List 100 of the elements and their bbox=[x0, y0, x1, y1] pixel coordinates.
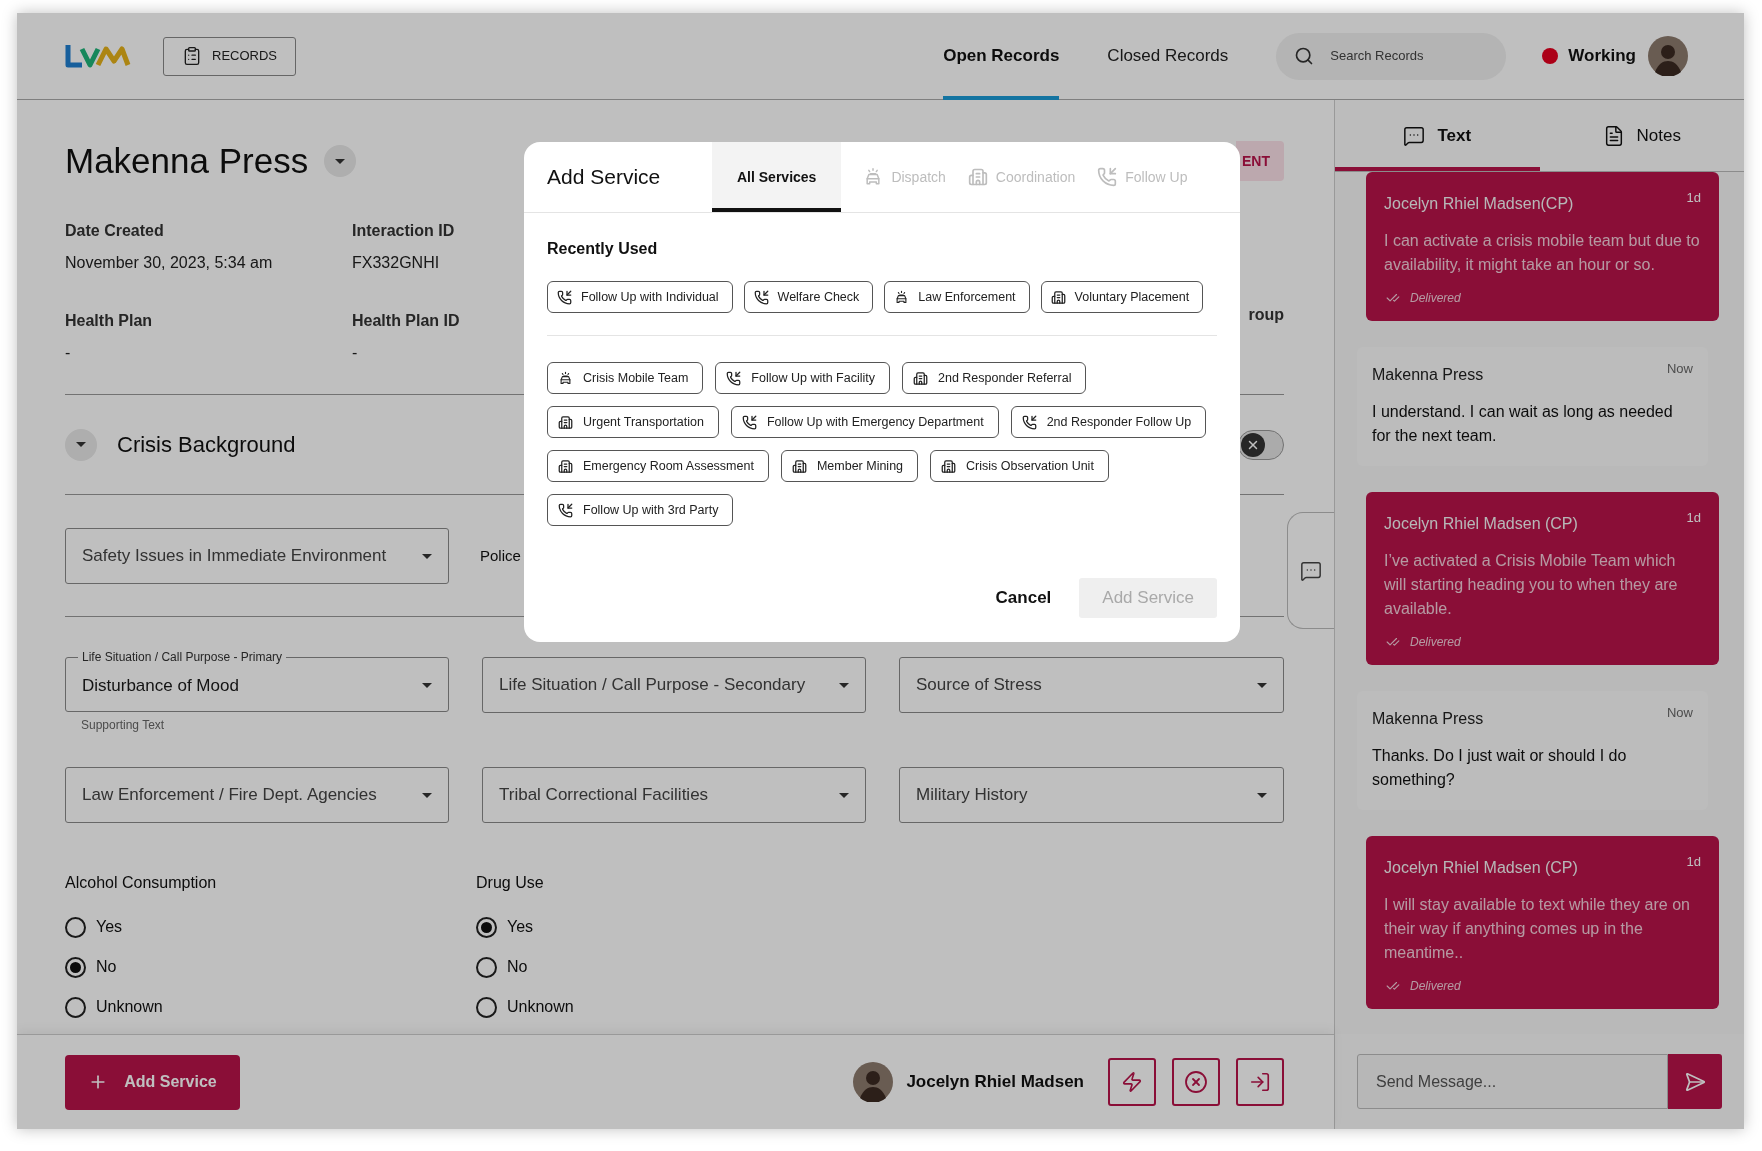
service-chip[interactable]: Welfare Check bbox=[743, 281, 874, 313]
section-title: Recently Used bbox=[547, 239, 659, 259]
service-chip[interactable]: Crisis Observation Unit bbox=[930, 450, 1109, 482]
caret-icon bbox=[1257, 792, 1267, 798]
caret-icon bbox=[422, 792, 432, 798]
search-bar[interactable]: Search Records bbox=[1276, 32, 1507, 80]
chat-handle[interactable] bbox=[1287, 512, 1334, 629]
radio-button[interactable] bbox=[476, 996, 497, 1018]
info-label: Health Plan bbox=[65, 311, 153, 331]
search-icon bbox=[1294, 46, 1315, 66]
message-input[interactable]: Send Message... bbox=[1357, 1054, 1668, 1109]
caret-icon bbox=[839, 682, 849, 688]
group-label: Drug Use bbox=[476, 873, 545, 893]
radio-option[interactable]: Yes bbox=[476, 907, 534, 947]
radio-button[interactable] bbox=[476, 916, 497, 938]
building-icon bbox=[791, 458, 807, 474]
message-time: 1d bbox=[1686, 509, 1701, 527]
toggle-switch[interactable] bbox=[1238, 429, 1284, 460]
service-chip[interactable]: Follow Up with Emergency Department bbox=[730, 406, 999, 438]
delivery-status: Delivered bbox=[1410, 290, 1461, 307]
info-value: - bbox=[65, 343, 71, 363]
service-chip[interactable]: 2nd Responder Referral bbox=[902, 362, 1087, 394]
radio-button[interactable] bbox=[65, 916, 86, 938]
service-chip[interactable]: Emergency Room Assessment bbox=[547, 450, 769, 482]
caret-icon bbox=[839, 792, 849, 798]
service-chip[interactable]: Follow Up with Individual bbox=[547, 281, 733, 313]
service-chip[interactable]: Member Mining bbox=[780, 450, 919, 482]
message-time: Now bbox=[1667, 360, 1693, 378]
message-text: I will stay available to text while they are on their way if anything comes up in the meantime.. bbox=[1384, 895, 1691, 963]
message-time: Now bbox=[1667, 704, 1693, 722]
login-icon bbox=[1249, 1071, 1271, 1093]
building-icon bbox=[1050, 289, 1066, 305]
radio-option[interactable]: Yes bbox=[65, 907, 123, 947]
phone-incoming-icon bbox=[557, 289, 572, 305]
double-check-icon bbox=[1384, 291, 1402, 305]
service-chip[interactable]: Follow Up with Facility bbox=[715, 362, 890, 394]
dialog-title: Add Service bbox=[547, 164, 662, 191]
message-text: I can activate a crisis mobile team but due to availability, it might take an hour or so. bbox=[1384, 231, 1701, 275]
quick-action-button[interactable] bbox=[1108, 1058, 1156, 1106]
dropdown-field[interactable]: Tribal Correctional Facilities bbox=[482, 767, 866, 823]
chat-icon bbox=[1300, 559, 1322, 582]
double-check-icon bbox=[1384, 979, 1402, 993]
dropdown-field[interactable]: Life Situation / Call Purpose - Secondary bbox=[482, 657, 866, 713]
radio-button[interactable] bbox=[476, 956, 497, 978]
service-tab[interactable]: All Services bbox=[712, 142, 842, 212]
service-chip[interactable]: Crisis Mobile Team bbox=[547, 362, 704, 394]
sender-name: Makenna Press bbox=[1372, 365, 1484, 385]
service-chip[interactable]: Law Enforcement bbox=[884, 281, 1030, 313]
service-chip[interactable]: Urgent Transportation bbox=[547, 406, 719, 438]
record-title: Makenna Press bbox=[65, 139, 309, 182]
panel-tab[interactable]: Notes bbox=[1539, 100, 1744, 171]
collapse-button[interactable] bbox=[65, 428, 97, 461]
phone-incoming-icon bbox=[1021, 414, 1037, 430]
radio-option[interactable]: No bbox=[476, 947, 528, 987]
action-button[interactable]: ENT bbox=[1236, 141, 1284, 181]
delivery-status: Delivered bbox=[1410, 634, 1461, 651]
info-label: Date Created bbox=[65, 221, 164, 241]
dropdown-field[interactable]: Life Situation / Call Purpose - Primary Disturbance of Mood bbox=[65, 650, 449, 712]
info-label: Interaction ID bbox=[352, 221, 455, 241]
sender-name: Jocelyn Rhiel Madsen (CP) bbox=[1384, 514, 1578, 534]
cancel-button[interactable] bbox=[1172, 1058, 1220, 1106]
search-field[interactable]: Search Records bbox=[1330, 46, 1471, 66]
message-text: Thanks. Do I just wait or should I do something? bbox=[1372, 746, 1628, 790]
service-chip[interactable]: Follow Up with 3rd Party bbox=[547, 494, 734, 526]
dropdown-field[interactable]: Law Enforcement / Fire Dept. Agencies bbox=[65, 767, 449, 823]
radio-button[interactable] bbox=[65, 956, 86, 978]
info-value: FX332GNHI bbox=[352, 253, 440, 273]
cancel-button[interactable]: Cancel bbox=[991, 578, 1056, 618]
nav-tab[interactable]: Closed Records bbox=[1107, 13, 1229, 100]
avatar bbox=[853, 1062, 894, 1102]
field-label: Life Situation / Call Purpose - Primary bbox=[81, 650, 284, 664]
dropdown-field[interactable]: Source of Stress bbox=[899, 657, 1284, 713]
section-title: Crisis Background bbox=[117, 431, 296, 459]
sign-in-button[interactable] bbox=[1236, 1058, 1284, 1106]
service-chip[interactable]: Voluntary Placement bbox=[1040, 281, 1204, 313]
radio-option[interactable]: Unknown bbox=[476, 987, 574, 1027]
message-text: I’ve activated a Crisis Mobile Team which will starting heading you to when they are available. bbox=[1384, 551, 1679, 619]
record-menu-button[interactable] bbox=[324, 145, 357, 177]
lightning-icon bbox=[1121, 1071, 1143, 1093]
info-label: Health Plan ID bbox=[352, 311, 460, 331]
close-circle-icon bbox=[1184, 1070, 1208, 1094]
service-chip[interactable]: 2nd Responder Follow Up bbox=[1010, 406, 1207, 438]
dropdown-field[interactable]: Safety Issues in Immediate Environment bbox=[65, 528, 449, 584]
avatar bbox=[1648, 36, 1688, 76]
building-icon bbox=[558, 414, 573, 430]
nav-tab[interactable]: Open Records bbox=[943, 13, 1060, 100]
send-button[interactable] bbox=[1668, 1054, 1722, 1109]
phone-incoming-icon bbox=[1097, 167, 1118, 187]
radio-button[interactable] bbox=[65, 996, 86, 1018]
radio-option[interactable]: Unknown bbox=[65, 987, 163, 1027]
dropdown-field[interactable]: Military History bbox=[899, 767, 1284, 823]
info-label: roup bbox=[1248, 305, 1284, 325]
add-service-button[interactable]: Add Service bbox=[65, 1054, 240, 1110]
records-button[interactable]: RECORDS bbox=[163, 36, 296, 76]
radio-option[interactable]: No bbox=[65, 947, 117, 987]
message-text: I understand. I can wait as long as needed for the next team. bbox=[1372, 402, 1674, 446]
building-icon bbox=[967, 167, 988, 187]
agent-name: Jocelyn Rhiel Madsen bbox=[906, 1071, 1084, 1094]
delivery-status: Delivered bbox=[1410, 978, 1461, 995]
phone-incoming-icon bbox=[558, 502, 573, 518]
